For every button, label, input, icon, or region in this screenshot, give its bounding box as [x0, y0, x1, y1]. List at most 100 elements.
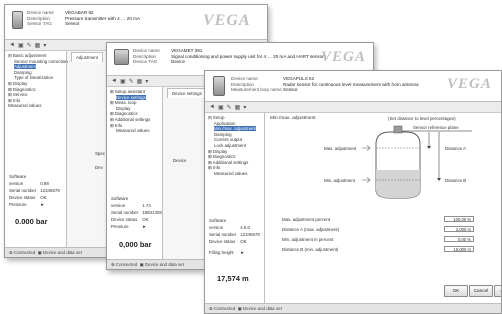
distance-a-field[interactable]: 2,000 m — [444, 226, 474, 232]
pressure-value: 0.000 bar — [15, 217, 48, 226]
connected-icon: ⊕ — [111, 262, 115, 267]
device-data-icon: ▣ — [139, 262, 144, 267]
description: Radar sensor for continuous level measur… — [283, 81, 419, 87]
field-label: Dev — [95, 165, 103, 170]
status-dataset: Device and data set — [145, 262, 184, 267]
status-label: Device status — [9, 195, 36, 200]
connected-icon: ⊕ — [209, 306, 213, 311]
tag: Sensor — [65, 21, 80, 27]
device-name: VEGAMET 391 — [171, 48, 203, 53]
software-label: Software version — [9, 174, 27, 186]
pressure-label: Pressure — [9, 202, 27, 207]
software-value: 0.98 — [40, 181, 49, 186]
tag: Device — [171, 59, 186, 65]
controller-icon — [114, 49, 129, 65]
grid-icon[interactable]: ▦ — [35, 42, 41, 49]
status-value: OK — [40, 195, 47, 200]
vega-logo: VEGA — [321, 49, 366, 65]
serial-label: Serial number — [9, 188, 37, 193]
filling-height-value: 17,574 m — [217, 274, 249, 283]
tool-icon[interactable]: ✎ — [129, 78, 134, 85]
tab-device-settings[interactable]: Device settings — [167, 88, 207, 98]
field-label: Distance B (min. adjustment) — [282, 247, 339, 252]
software-label: Software version — [111, 196, 129, 208]
radar-sensor-icon — [213, 76, 225, 96]
save-icon[interactable]: ▣ — [218, 104, 224, 111]
field-label: Max. adjustment percent — [282, 217, 331, 222]
description: Pressure transmitter with 4 … 20 mA — [65, 15, 141, 21]
field-label: Min. adjustment in percent — [282, 237, 334, 242]
chevron-down-icon[interactable]: ▾ — [145, 78, 148, 85]
apply-button[interactable]: Apply — [494, 285, 501, 297]
status-bar: ⊕ Connected ▣ Device and data set — [205, 303, 501, 313]
tool-icon[interactable]: ✎ — [227, 104, 232, 111]
device-name: VEGABAR 82 — [65, 10, 94, 15]
tree-item-selected[interactable]: Min./max. adjustment — [214, 126, 256, 132]
tree-item-selected[interactable]: Adjustment — [14, 64, 36, 70]
tank-diagram — [362, 125, 472, 199]
status-label: Device status — [111, 217, 138, 222]
status-value: OK — [142, 217, 149, 222]
connected-icon: ⊕ — [9, 250, 13, 255]
status-connected: Connected — [115, 262, 138, 267]
tree-item[interactable]: Measured values — [8, 103, 63, 109]
back-icon[interactable]: ◄ — [9, 42, 15, 48]
save-icon[interactable]: ▣ — [120, 78, 126, 85]
serial-value: 12345678 — [240, 232, 260, 237]
chevron-down-icon[interactable]: ▾ — [43, 42, 46, 49]
field-label: Spec — [95, 151, 106, 156]
cancel-button[interactable]: Cancel — [469, 285, 493, 297]
min-percent-field[interactable]: 0,00 % — [444, 236, 474, 242]
panel-title: Min./max. adjustment — [270, 116, 316, 121]
grid-icon[interactable]: ▦ — [235, 104, 241, 111]
device-data-icon: ▣ — [37, 250, 42, 255]
field-label: Distance A (max. adjustment) — [282, 227, 340, 232]
tag-label: Device TAG — [133, 59, 158, 65]
back-icon[interactable]: ◄ — [111, 78, 117, 84]
arrow-right-icon — [362, 177, 371, 183]
tree-item[interactable]: Measured values — [110, 128, 159, 134]
status-dataset: Device and data set — [43, 250, 82, 255]
tab-adjustment[interactable]: Adjustment — [71, 52, 103, 62]
status-connected: Connected — [13, 250, 36, 255]
tag-label: Sensor TAG — [27, 21, 52, 27]
device-header: Device name VEGABAR 82 Description Pressur… — [5, 5, 267, 40]
distance-b-field[interactable]: 15,000 m — [444, 246, 474, 252]
save-icon[interactable]: ▣ — [18, 42, 24, 49]
pressure-value: 0,000 bar — [119, 240, 152, 249]
sensor-shape — [393, 125, 403, 134]
status-label: Device status — [209, 239, 236, 244]
panel-hint: (Set distance to level percentages) — [388, 116, 456, 121]
tool-icon[interactable]: ✎ — [27, 42, 32, 49]
dropdown-arrow-icon[interactable]: ► — [240, 250, 244, 255]
serial-label: Serial number — [111, 210, 139, 215]
vega-logo: VEGA — [203, 12, 251, 29]
status-connected: Connected — [213, 306, 236, 311]
device-header: Device name VEGAPULS 62 Description Radar … — [205, 71, 501, 102]
adjustment-panel: Min./max. adjustment (Set distance to le… — [266, 113, 501, 303]
tree-item-selected[interactable]: Device settings — [116, 94, 146, 100]
back-icon[interactable]: ◄ — [209, 104, 215, 110]
pressure-label: Pressure — [111, 224, 129, 229]
serial-label: Serial number — [209, 232, 237, 237]
dropdown-arrow-icon[interactable]: ► — [40, 202, 44, 207]
tag: Sensor — [283, 87, 298, 93]
sensor-icon — [12, 11, 23, 29]
tree-item[interactable]: Measured values — [208, 171, 261, 177]
tag-label: Measurement loop name — [231, 87, 282, 93]
chevron-down-icon[interactable]: ▾ — [243, 104, 246, 111]
distance-a-label: Distance A — [445, 146, 466, 151]
max-percent-field[interactable]: 100,00 % — [444, 216, 474, 222]
status-dataset: Device and data set — [243, 306, 282, 311]
min-adjustment-label: Min. adjustment — [324, 178, 355, 183]
navigation-tree: ⊞ Setup assistant Device settings ⊞ Meas… — [107, 87, 163, 260]
ok-button[interactable]: OK — [444, 285, 468, 297]
serial-value: 19831408 — [142, 210, 162, 215]
description: Signal conditioning and power supply uni… — [171, 53, 327, 59]
software-label: Software version — [209, 218, 227, 230]
vega-logo: VEGA — [447, 76, 492, 92]
dropdown-arrow-icon[interactable]: ► — [142, 224, 146, 229]
distance-b-label: Distance B — [445, 178, 467, 183]
serial-value: 12345678 — [40, 188, 60, 193]
grid-icon[interactable]: ▦ — [137, 78, 143, 85]
